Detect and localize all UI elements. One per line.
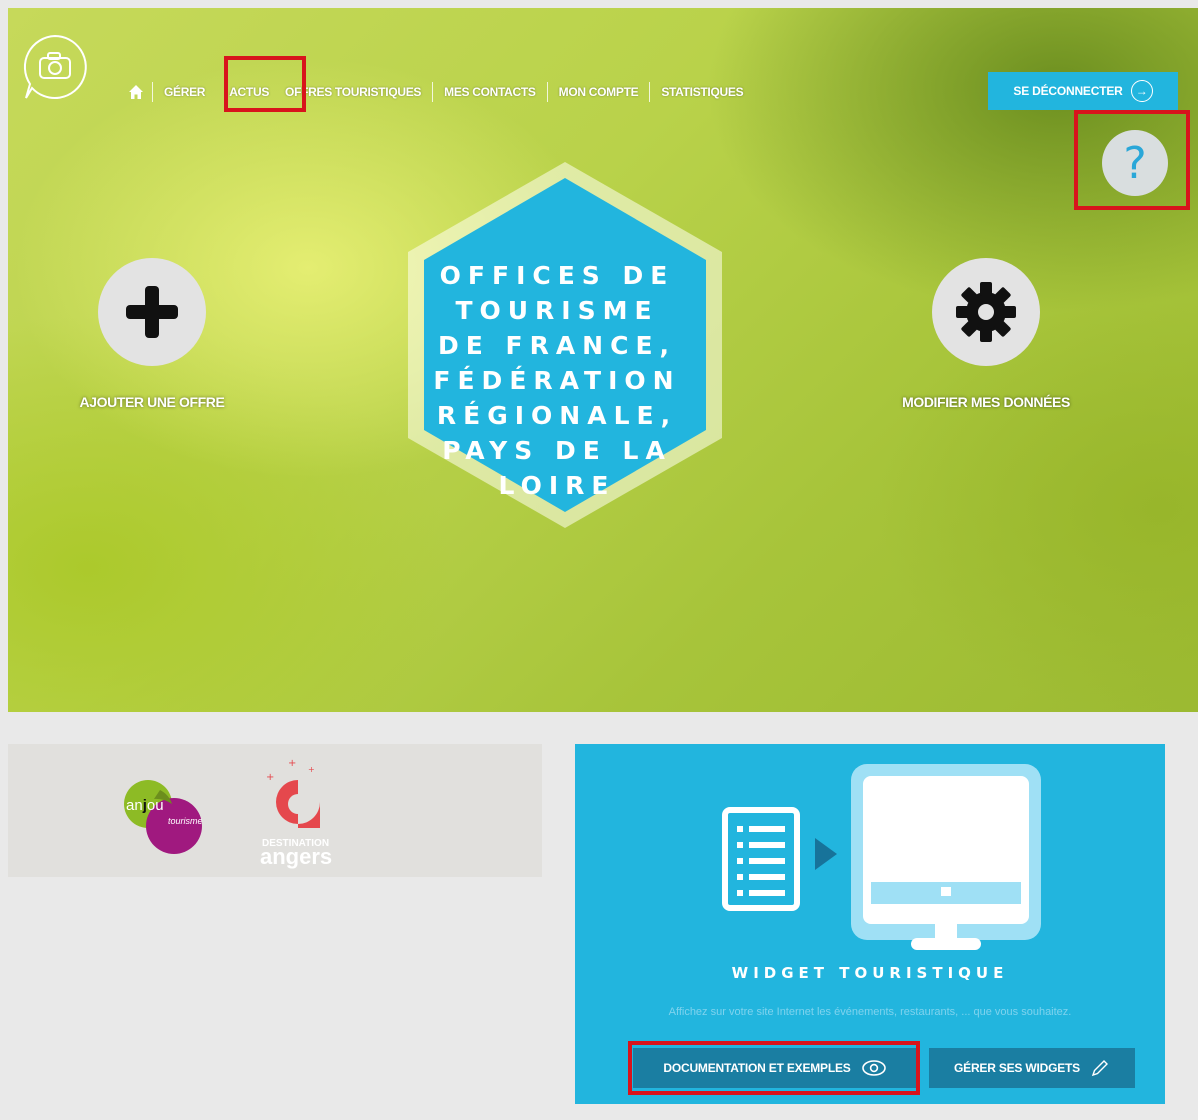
anjou-logo-text: anjou xyxy=(126,797,164,814)
hero-title-line: LOIRE xyxy=(498,471,616,500)
pencil-icon xyxy=(1091,1060,1108,1077)
widget-title: WIDGET TOURISTIQUE xyxy=(731,964,1009,982)
partners-panel: anjou tourisme + + + DESTINATION angers xyxy=(8,744,542,877)
nav-item-mon-compte[interactable]: MON COMPTE xyxy=(554,85,644,99)
highlight-actus xyxy=(224,56,306,112)
nav-item-mes-contacts[interactable]: MES CONTACTS xyxy=(439,85,541,99)
nav-item-gerer[interactable]: GÉRER xyxy=(159,85,210,99)
add-offer-label[interactable]: AJOUTER UNE OFFRE xyxy=(52,394,252,410)
monitor-icon xyxy=(851,764,1041,950)
hero-title-line: TOURISME xyxy=(455,296,659,325)
manage-widgets-button[interactable]: GÉRER SES WIDGETS xyxy=(929,1048,1135,1088)
anjou-tourisme-logo[interactable]: anjou tourisme xyxy=(116,768,246,858)
edit-data-button[interactable] xyxy=(932,258,1040,366)
nav-divider xyxy=(649,82,651,102)
svg-text:+: + xyxy=(266,772,274,783)
highlight-help xyxy=(1074,110,1190,210)
widget-illustration xyxy=(722,764,1041,950)
nav-item-statistiques[interactable]: STATISTIQUES xyxy=(656,85,748,99)
svg-text:+: + xyxy=(308,765,315,774)
camera-chat-logo-icon[interactable] xyxy=(20,32,90,102)
gear-icon xyxy=(956,282,1016,342)
hero-title-line: RÉGIONALE, xyxy=(436,401,678,430)
document-list-icon xyxy=(722,807,800,911)
main-nav: GÉRER ACTUS OFFRES TOURISTIQUES MES CONT… xyxy=(128,78,748,106)
hero-title-line: PAYS DE LA xyxy=(442,436,672,465)
home-icon[interactable] xyxy=(128,84,144,100)
hero-title: OFFICES DE TOURISME DE FRANCE, FÉDÉRATIO… xyxy=(417,258,697,503)
arrow-circle-right-icon: → xyxy=(1130,80,1153,102)
logout-label: SE DÉCONNECTER xyxy=(1013,84,1123,98)
anjou-logo-subtext: tourisme xyxy=(168,816,203,826)
angers-logo-text: angers xyxy=(260,844,332,869)
logout-button[interactable]: SE DÉCONNECTER → xyxy=(988,72,1178,110)
plus-icon xyxy=(126,286,178,338)
nav-divider xyxy=(546,82,548,102)
highlight-documentation xyxy=(628,1041,920,1095)
edit-data-action[interactable]: MODIFIER MES DONNÉES xyxy=(886,258,1086,410)
widget-description: Affichez sur votre site Internet les évé… xyxy=(668,1006,1072,1018)
add-offer-action[interactable]: AJOUTER UNE OFFRE xyxy=(52,258,252,410)
play-arrow-icon xyxy=(815,838,837,870)
edit-data-label[interactable]: MODIFIER MES DONNÉES xyxy=(886,394,1086,410)
hero-title-line: OFFICES DE xyxy=(439,261,675,290)
hero-title-line: DE FRANCE, xyxy=(437,331,677,360)
add-offer-button[interactable] xyxy=(98,258,206,366)
destination-angers-logo[interactable]: + + + DESTINATION angers xyxy=(244,750,354,870)
hero-title-line: FÉDÉRATION xyxy=(433,366,681,395)
nav-divider xyxy=(152,82,153,102)
nav-divider xyxy=(432,82,434,102)
svg-text:+: + xyxy=(288,758,296,769)
manage-widgets-button-label: GÉRER SES WIDGETS xyxy=(954,1061,1080,1075)
